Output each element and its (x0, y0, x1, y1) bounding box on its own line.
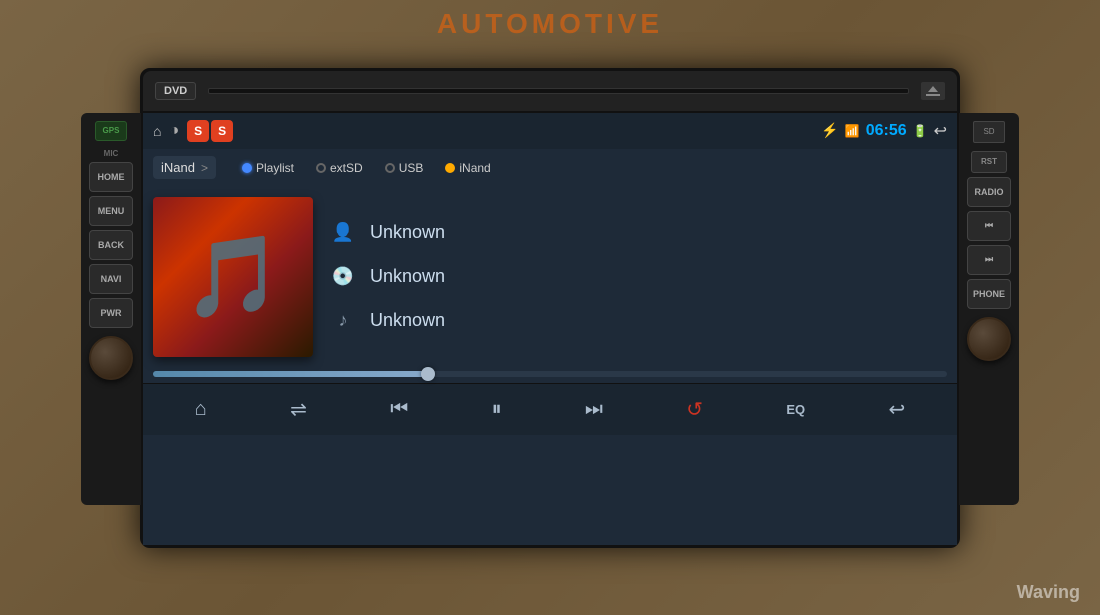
tab-extsd-label: extSD (330, 161, 363, 175)
progress-area[interactable] (143, 367, 957, 383)
outer-background: AutoMotive GPS MIC HOME MENU BACK NAVI P… (0, 0, 1100, 615)
gps-button[interactable]: GPS (95, 121, 127, 141)
repeat-button[interactable]: ↺ (678, 393, 711, 426)
watermark-top: AutoMotive (0, 8, 1100, 40)
dvd-label: DVD (155, 82, 196, 100)
right-panel: SD RST RADIO ⏮ ⏭ PHONE (959, 113, 1019, 505)
folder-nav[interactable]: iNand > (153, 156, 216, 179)
skip-next-button[interactable]: ⏭ (967, 245, 1011, 275)
tab-inand-label: iNand (459, 161, 490, 175)
eject-triangle (928, 86, 938, 92)
brightness-icon[interactable]: ◑ (169, 122, 179, 140)
next-button[interactable]: ⏭ (577, 394, 611, 425)
battery-icon: 🔋 (913, 124, 928, 138)
home-button[interactable]: HOME (89, 162, 133, 192)
skip-prev-button[interactable]: ⏮ (967, 211, 1011, 241)
watermark-bottom: Waving (1017, 582, 1080, 603)
tab-playlist-label: Playlist (256, 161, 294, 175)
phone-button[interactable]: PHONE (967, 279, 1011, 309)
wifi-icon: 📶 (845, 124, 860, 138)
tab-playlist-dot (242, 163, 252, 173)
title-row: ♪ Unknown (328, 306, 947, 336)
back-nav-icon[interactable]: ↩ (934, 121, 947, 141)
screen: ⌂ ◑ S S ⚡ 📶 06:56 🔋 ↩ iNand > (143, 113, 957, 545)
progress-bar-fill (153, 371, 431, 377)
album-art: 🎵 (153, 197, 313, 357)
progress-thumb (421, 367, 435, 381)
shuffle-button[interactable]: ⇌ (282, 393, 315, 426)
tuner-knob[interactable] (967, 317, 1011, 361)
progress-bar-bg (153, 371, 947, 377)
home-icon[interactable]: ⌂ (153, 123, 161, 139)
tab-usb[interactable]: USB (377, 158, 432, 178)
menu-button[interactable]: MENU (89, 196, 133, 226)
tab-extsd[interactable]: extSD (308, 158, 371, 178)
album-row: 💿 Unknown (328, 262, 947, 292)
sd-slot[interactable]: SD (973, 121, 1005, 143)
track-info: 👤 Unknown 💿 Unknown ♪ Unknown (328, 197, 947, 357)
note-icon: ♪ (328, 306, 358, 336)
volume-knob[interactable] (89, 336, 133, 380)
bottom-controls: ⌂ ⇌ ⏮ ⏸ ⏭ ↺ EQ ↩ (143, 383, 957, 435)
back-button[interactable]: BACK (89, 230, 133, 260)
status-right: ⚡ 📶 06:56 🔋 ↩ (821, 121, 947, 141)
tab-inand-dot (445, 163, 455, 173)
navi-button[interactable]: NAVI (89, 264, 133, 294)
folder-nav-text: iNand (161, 160, 195, 175)
pwr-button[interactable]: PWR (89, 298, 133, 328)
artist-value: Unknown (370, 222, 445, 243)
folder-nav-arrow: > (201, 161, 208, 175)
ss-badge-2[interactable]: S (211, 120, 233, 142)
mic-label: MIC (104, 149, 119, 158)
tab-usb-dot (385, 163, 395, 173)
back-ctrl-button[interactable]: ↩ (881, 393, 914, 426)
artist-row: 👤 Unknown (328, 218, 947, 248)
top-strip: DVD (143, 71, 957, 113)
prev-button[interactable]: ⏮ (382, 394, 416, 425)
artist-icon: 👤 (328, 218, 358, 248)
tab-inand[interactable]: iNand (437, 158, 498, 178)
rst-button[interactable]: RST (971, 151, 1007, 173)
status-bar: ⌂ ◑ S S ⚡ 📶 06:56 🔋 ↩ (143, 113, 957, 149)
left-panel: GPS MIC HOME MENU BACK NAVI PWR (81, 113, 141, 505)
home-ctrl-button[interactable]: ⌂ (187, 394, 215, 425)
eject-line (926, 94, 940, 96)
album-icon: 💿 (328, 262, 358, 292)
tab-usb-label: USB (399, 161, 424, 175)
eject-button[interactable] (921, 82, 945, 100)
ss-badge-1[interactable]: S (187, 120, 209, 142)
eq-button[interactable]: EQ (778, 398, 813, 421)
tab-extsd-dot (316, 163, 326, 173)
source-bar: iNand > Playlist extSD USB (143, 149, 957, 187)
bluetooth-icon: ⚡ (821, 122, 838, 139)
unit-frame: GPS MIC HOME MENU BACK NAVI PWR SD RST R… (140, 68, 960, 548)
radio-button[interactable]: RADIO (967, 177, 1011, 207)
title-value: Unknown (370, 310, 445, 331)
music-area: 🎵 👤 Unknown 💿 Unknown ♪ Unknown (143, 187, 957, 367)
album-art-icon: 🎵 (153, 197, 313, 357)
album-value: Unknown (370, 266, 445, 287)
dvd-slot (208, 88, 909, 94)
play-pause-button[interactable]: ⏸ (484, 394, 510, 425)
time-display: 06:56 (866, 122, 907, 140)
ss-badges: S S (187, 120, 233, 142)
tab-playlist[interactable]: Playlist (234, 158, 302, 178)
source-tabs: Playlist extSD USB iNand (234, 158, 499, 178)
